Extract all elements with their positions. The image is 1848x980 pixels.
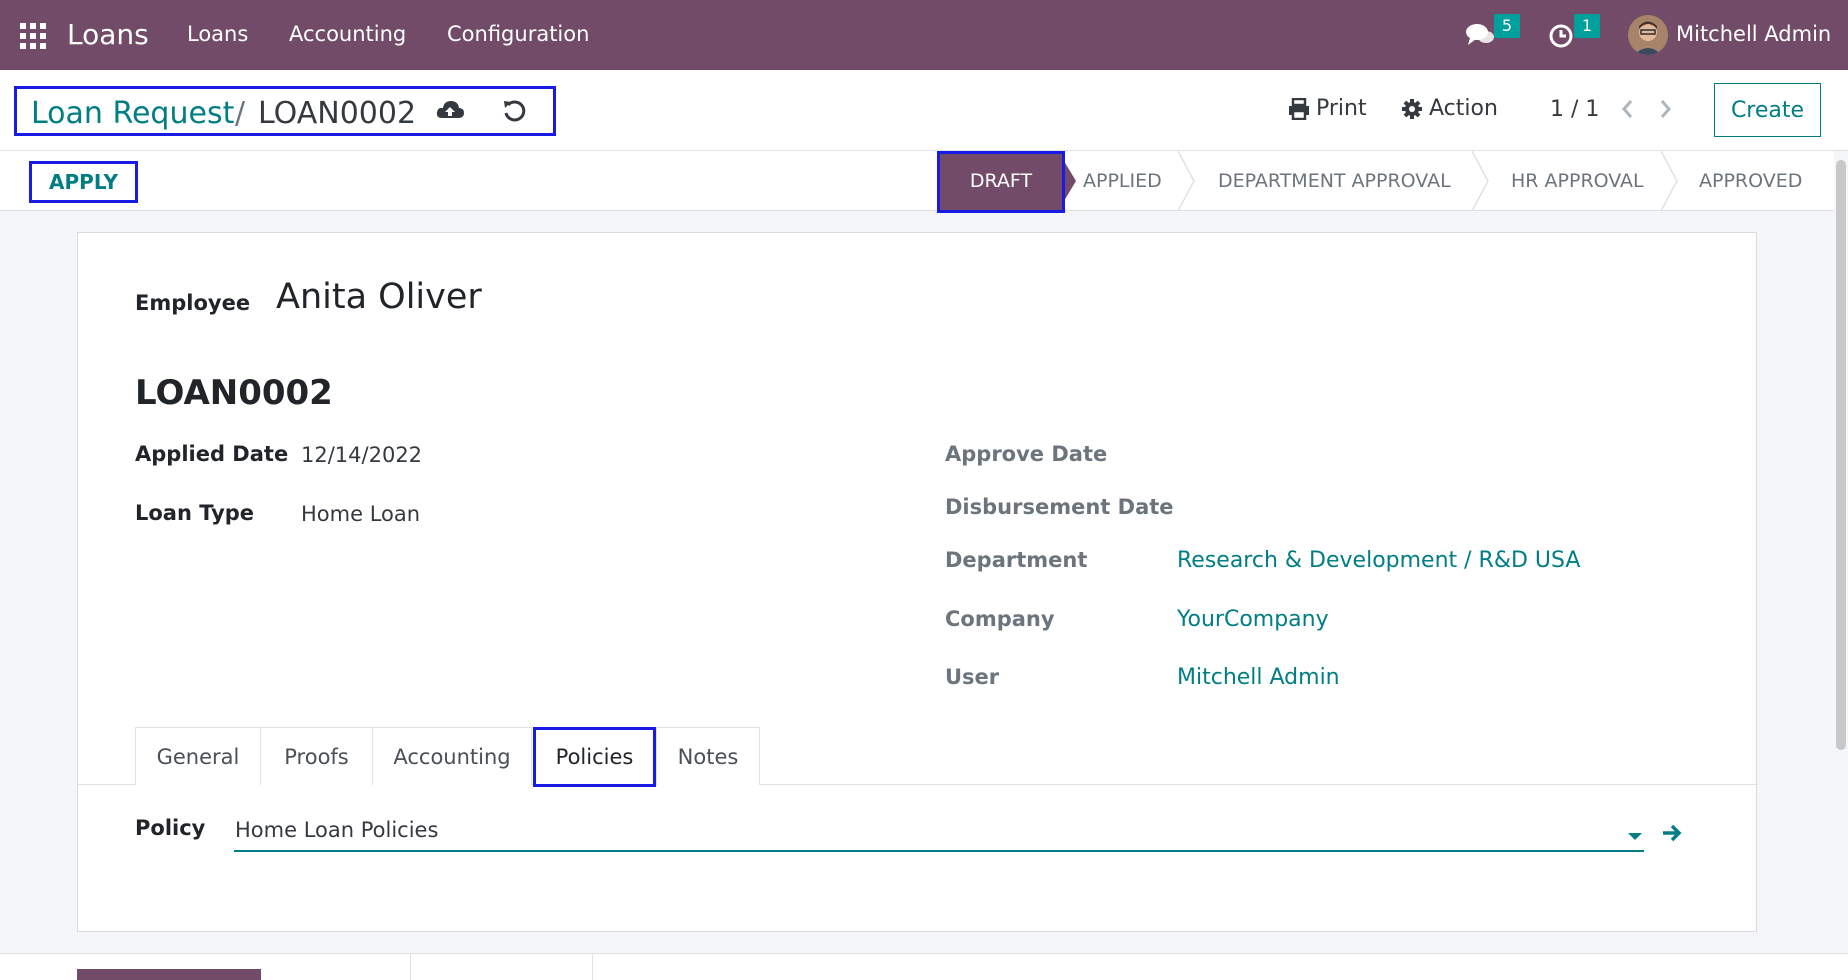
stage-draft-highlight xyxy=(937,151,1065,213)
messages-count-badge: 5 xyxy=(1494,14,1520,38)
employee-label: Employee xyxy=(135,291,251,315)
breadcrumb-separator: / xyxy=(235,96,246,131)
loan-type-label: Loan Type xyxy=(135,501,255,525)
employee-field[interactable]: Anita Oliver xyxy=(276,277,482,317)
action-button[interactable]: Action xyxy=(1401,96,1498,121)
print-button[interactable]: Print xyxy=(1288,96,1367,121)
policy-field[interactable]: Home Loan Policies xyxy=(235,818,438,842)
policy-label: Policy xyxy=(135,816,206,840)
user-name[interactable]: Mitchell Admin xyxy=(1676,22,1831,46)
chevron-left-icon[interactable] xyxy=(1616,94,1640,124)
applied-date-label: Applied Date xyxy=(135,442,289,466)
stage-applied[interactable]: APPLIED xyxy=(1083,151,1162,211)
pager-value[interactable]: 1 / 1 xyxy=(1550,97,1599,122)
chevron-right-icon[interactable] xyxy=(1653,94,1677,124)
caret-down-icon[interactable] xyxy=(1628,833,1642,840)
user-label: User xyxy=(945,665,1000,689)
form-sheet: Employee Anita Oliver LOAN0002 Applied D… xyxy=(77,232,1757,932)
app-name[interactable]: Loans xyxy=(67,18,149,51)
department-field[interactable]: Research & Development / R&D USA xyxy=(1177,548,1580,573)
tab-general[interactable]: General xyxy=(135,727,261,785)
stage-separator xyxy=(1472,151,1489,211)
breadcrumb: Loan Request / LOAN0002 xyxy=(14,86,556,136)
loan-reference-title: LOAN0002 xyxy=(135,373,333,413)
print-label: Print xyxy=(1316,96,1367,121)
stage-separator xyxy=(1178,151,1195,211)
tab-proofs[interactable]: Proofs xyxy=(260,727,373,785)
notebook-tabs: General Proofs Accounting Policies Notes xyxy=(78,727,1756,787)
disbursement-date-label: Disbursement Date xyxy=(945,495,1174,519)
arrow-right-icon[interactable] xyxy=(1660,821,1684,845)
tab-notes[interactable]: Notes xyxy=(656,727,760,785)
scrollbar-thumb[interactable] xyxy=(1836,160,1846,750)
stage-separator xyxy=(1661,151,1678,211)
action-label: Action xyxy=(1429,96,1498,121)
apps-menu-icon[interactable] xyxy=(20,23,46,49)
menu-configuration[interactable]: Configuration xyxy=(447,22,589,46)
breadcrumb-current: LOAN0002 xyxy=(258,96,417,131)
status-bar: APPLY DRAFT APPLIED DEPARTMENT APPROVAL … xyxy=(0,151,1848,213)
divider xyxy=(410,954,411,980)
stage-approved[interactable]: APPROVED xyxy=(1699,151,1802,211)
user-avatar[interactable] xyxy=(1628,15,1668,55)
tab-accounting[interactable]: Accounting xyxy=(372,727,532,785)
breadcrumb-parent-link[interactable]: Loan Request xyxy=(31,96,234,131)
company-label: Company xyxy=(945,607,1055,631)
tab-policies[interactable]: Policies xyxy=(533,727,656,787)
activities-count-badge: 1 xyxy=(1574,14,1600,38)
top-navbar: Loans Loans Accounting Configuration 5 1… xyxy=(0,0,1848,70)
applied-date-field[interactable]: 12/14/2022 xyxy=(301,443,422,467)
stage-hr-approval[interactable]: HR APPROVAL xyxy=(1511,151,1644,211)
print-icon xyxy=(1289,97,1309,120)
company-field[interactable]: YourCompany xyxy=(1177,607,1329,632)
save-cloud-icon[interactable] xyxy=(435,98,465,122)
divider xyxy=(592,954,593,980)
policy-field-underline xyxy=(234,850,1644,852)
control-panel: Loan Request / LOAN0002 Print Action 1 /… xyxy=(0,70,1848,151)
user-field[interactable]: Mitchell Admin xyxy=(1177,665,1340,690)
menu-accounting[interactable]: Accounting xyxy=(289,22,406,46)
activity-clock-icon[interactable] xyxy=(1547,21,1577,49)
chatter-strip xyxy=(0,953,1848,980)
loan-type-field[interactable]: Home Loan xyxy=(301,502,420,526)
send-message-button[interactable] xyxy=(77,969,261,980)
apply-button[interactable]: APPLY xyxy=(29,161,138,203)
department-label: Department xyxy=(945,548,1088,572)
stage-department-approval[interactable]: DEPARTMENT APPROVAL xyxy=(1218,151,1451,211)
create-button[interactable]: Create xyxy=(1714,83,1821,137)
menu-loans[interactable]: Loans xyxy=(187,22,248,46)
messages-icon[interactable] xyxy=(1465,21,1495,49)
gear-icon xyxy=(1402,98,1422,119)
approve-date-label: Approve Date xyxy=(945,442,1108,466)
discard-undo-icon[interactable] xyxy=(501,98,527,124)
